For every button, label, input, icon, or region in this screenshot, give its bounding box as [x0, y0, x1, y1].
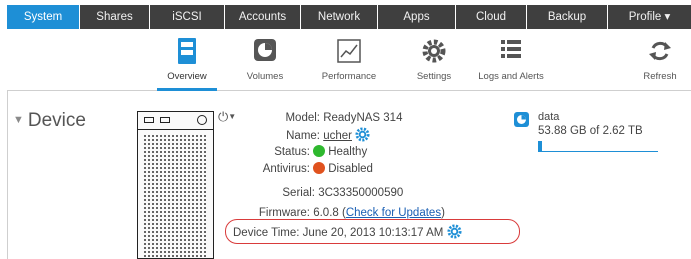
settings-gear-icon — [422, 39, 446, 63]
toolbar-overview-label: Overview — [167, 71, 207, 82]
firmware-label: Firmware: — [258, 207, 310, 219]
model-row: Model: ReadyNAS 314 — [240, 111, 402, 125]
active-tool-indicator — [157, 88, 217, 91]
volume-usage-bar — [538, 141, 658, 152]
left-border — [7, 91, 8, 259]
volumes-icon — [254, 39, 276, 61]
check-updates-link[interactable]: Check for Updates — [346, 207, 441, 219]
toolbar-performance-label: Performance — [321, 71, 377, 82]
tab-accounts[interactable]: Accounts — [225, 5, 301, 29]
power-icon: ⏻ — [218, 109, 229, 124]
tab-backup[interactable]: Backup — [527, 5, 608, 29]
collapse-arrow-icon: ▼ — [13, 114, 24, 126]
tab-apps[interactable]: Apps — [378, 5, 456, 29]
refresh-icon — [649, 41, 671, 61]
name-label: Name: — [286, 130, 320, 142]
edit-name-gear-icon[interactable] — [355, 127, 370, 142]
logs-list-icon — [501, 40, 521, 58]
serial-row: Serial: 3C33350000590 — [240, 186, 403, 200]
firmware-row: Firmware: 6.0.8 (Check for Updates) — [240, 206, 445, 220]
firmware-value: 6.0.8 — [313, 207, 339, 219]
power-menu[interactable]: ⏻▼ — [218, 109, 236, 125]
toolbar-volumes-label: Volumes — [246, 71, 284, 82]
device-title: Device — [27, 110, 86, 131]
volume-usage-fill — [540, 141, 543, 151]
tab-network[interactable]: Network — [301, 5, 378, 29]
tab-cloud[interactable]: Cloud — [456, 5, 527, 29]
device-name-link[interactable]: ucher — [323, 130, 352, 142]
toolbar-settings-label: Settings — [416, 71, 452, 82]
device-section-header[interactable]: ▼ Device — [13, 110, 86, 132]
chevron-down-icon: ▼ — [228, 112, 237, 121]
overview-icon — [178, 38, 196, 64]
volume-usage: 53.88 GB of 2.62 TB — [538, 125, 643, 137]
top-nav: System Shares iSCSI Accounts Network App… — [7, 5, 691, 29]
status-row: Status: Healthy — [240, 145, 367, 159]
tab-system[interactable]: System — [7, 5, 80, 29]
toolbar-volumes[interactable]: Volumes — [225, 37, 305, 82]
name-row: Name: ucher — [240, 127, 370, 143]
performance-icon — [337, 39, 361, 63]
healthy-status-icon — [313, 145, 326, 157]
nas-chassis-image — [137, 111, 214, 259]
volume-icon — [514, 112, 529, 127]
serial-label: Serial: — [282, 187, 315, 199]
status-value: Healthy — [328, 146, 368, 158]
antivirus-row: Antivirus: Disabled — [240, 162, 373, 176]
antivirus-label: Antivirus: — [262, 163, 310, 175]
tab-shares[interactable]: Shares — [80, 5, 150, 29]
volume-name[interactable]: data — [538, 111, 559, 123]
toolbar-logs-label: Logs and Alerts — [478, 71, 544, 82]
device-time-highlight-ring — [225, 219, 520, 244]
tab-profile[interactable]: Profile ▾ — [608, 5, 691, 29]
disabled-status-icon — [313, 162, 326, 174]
toolbar-performance[interactable]: Performance — [309, 37, 389, 82]
toolbar-overview[interactable]: Overview — [147, 37, 227, 82]
antivirus-value: Disabled — [328, 163, 373, 175]
model-value: ReadyNAS 314 — [323, 112, 403, 124]
sub-toolbar: Overview Volumes Performance Settings Lo… — [7, 29, 691, 91]
toolbar-refresh[interactable]: Refresh — [625, 37, 691, 82]
model-label: Model: — [285, 112, 320, 124]
tab-iscsi[interactable]: iSCSI — [150, 5, 225, 29]
toolbar-settings[interactable]: Settings — [394, 37, 474, 82]
serial-value: 3C33350000590 — [318, 187, 404, 199]
toolbar-logs[interactable]: Logs and Alerts — [471, 37, 551, 82]
toolbar-refresh-label: Refresh — [643, 71, 677, 82]
status-label: Status: — [274, 146, 310, 158]
